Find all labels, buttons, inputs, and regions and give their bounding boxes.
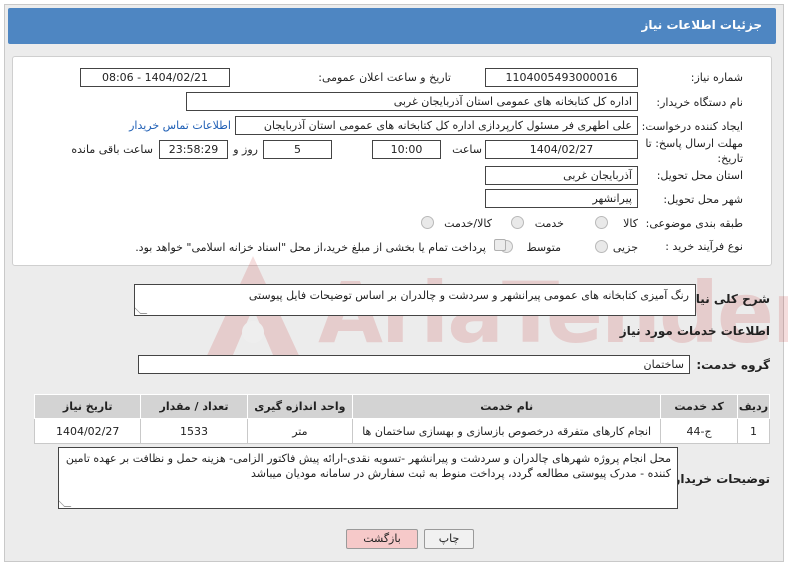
deadline-time-field[interactable]: 10:00	[372, 140, 441, 159]
buyer-org-label: نام دستگاه خریدار:	[656, 96, 743, 109]
page-header: جزئیات اطلاعات نیاز	[8, 8, 776, 44]
summary-textarea[interactable]: رنگ آمیزی کتابخانه های عمومی پیرانشهر و …	[134, 284, 696, 316]
back-button[interactable]: بازگشت	[346, 529, 418, 549]
col-unit: واحد اندازه گیری	[246, 394, 354, 419]
process-type-label: نوع فرآیند خرید :	[665, 240, 743, 253]
requester-label: ایجاد کننده درخواست:	[641, 120, 743, 133]
city-field[interactable]: پیرانشهر	[485, 189, 638, 208]
buyer-notes-textarea[interactable]: محل انجام پروژه شهرهای چالدران و سردشت و…	[58, 447, 678, 509]
announce-label: تاریخ و ساعت اعلان عمومی:	[318, 71, 451, 84]
announce-field[interactable]: 1404/02/21 - 08:06	[80, 68, 230, 87]
summary-text: رنگ آمیزی کتابخانه های عمومی پیرانشهر و …	[248, 289, 689, 302]
requester-field[interactable]: علی اطهری فر مسئول کارپردازی اداره کل کت…	[235, 116, 638, 135]
deadline-label: مهلت ارسال پاسخ: تا	[645, 137, 743, 150]
buyer-notes-text: محل انجام پروژه شهرهای چالدران و سردشت و…	[65, 452, 671, 480]
treasury-payment-checkbox[interactable]	[494, 239, 506, 251]
process-option-minor-radio[interactable]	[595, 240, 608, 253]
need-number-field[interactable]: 1104005493000016	[485, 68, 638, 87]
deadline-date-field[interactable]: 1404/02/27	[485, 140, 638, 159]
col-name: نام خدمت	[351, 394, 662, 419]
print-button[interactable]: چاپ	[424, 529, 474, 549]
process-option-medium-label: متوسط	[526, 241, 561, 254]
category-option-both-radio[interactable]	[421, 216, 434, 229]
city-label: شهر محل تحویل:	[663, 193, 743, 206]
province-label: استان محل تحویل:	[656, 169, 743, 182]
col-quantity: تعداد / مقدار	[140, 394, 248, 419]
service-group-field[interactable]: ساختمان	[138, 355, 690, 374]
category-option-both-label: کالا/خدمت	[444, 217, 492, 230]
buyer-org-field[interactable]: اداره کل کتابخانه های عمومی استان آذربای…	[186, 92, 638, 111]
col-code: کد خدمت	[660, 394, 738, 419]
remaining-time-field[interactable]: 23:58:29	[159, 140, 228, 159]
cell-date: 1404/02/27	[33, 418, 142, 444]
cell-name: انجام کارهای متفرقه درخصوص بازسازی و بهس…	[351, 418, 662, 444]
deadline-time-label: ساعت	[452, 143, 482, 156]
cell-unit: متر	[246, 418, 354, 444]
cell-row: 1	[736, 418, 771, 444]
days-remaining-field[interactable]: 5	[263, 140, 332, 159]
buyer-contact-link[interactable]: اطلاعات تماس خریدار	[129, 119, 231, 132]
service-group-label: گروه خدمت:	[696, 358, 770, 372]
cell-quantity: 1533	[140, 418, 248, 444]
deadline-date-label: تاریخ:	[717, 152, 743, 165]
resize-grip-icon[interactable]	[135, 307, 148, 314]
services-table-header: ردیف کد خدمت نام خدمت واحد اندازه گیری ت…	[33, 394, 771, 419]
services-table: ردیف کد خدمت نام خدمت واحد اندازه گیری ت…	[33, 394, 771, 444]
days-label: روز و	[233, 143, 258, 156]
category-option-service-radio[interactable]	[511, 216, 524, 229]
category-label: طبقه بندی موضوعی:	[645, 217, 743, 230]
category-option-service-label: خدمت	[534, 217, 564, 230]
resize-grip-icon[interactable]	[59, 500, 72, 507]
page-title: جزئیات اطلاعات نیاز	[641, 18, 762, 32]
need-info-panel	[12, 56, 772, 266]
category-option-goods-label: کالا	[623, 217, 638, 230]
process-option-minor-label: جزیی	[612, 241, 638, 254]
category-option-goods-radio[interactable]	[595, 216, 608, 229]
province-field[interactable]: آذربایجان غربی	[485, 166, 638, 185]
summary-label: شرح کلی نیاز:	[684, 292, 770, 306]
need-number-label: شماره نیاز:	[690, 71, 743, 84]
col-date: تاریخ نیاز	[33, 394, 142, 419]
buyer-notes-label: توضیحات خریدار:	[668, 472, 770, 486]
col-row: ردیف	[736, 394, 771, 419]
services-section-title: اطلاعات خدمات مورد نیاز	[619, 324, 770, 338]
remaining-time-label: ساعت باقی مانده	[71, 143, 153, 156]
treasury-payment-note: پرداخت تمام یا بخشی از مبلغ خرید،از محل …	[135, 241, 486, 254]
table-row[interactable]: 1 ج-44 انجام کارهای متفرقه درخصوص بازساز…	[33, 418, 771, 444]
cell-code: ج-44	[660, 418, 738, 444]
